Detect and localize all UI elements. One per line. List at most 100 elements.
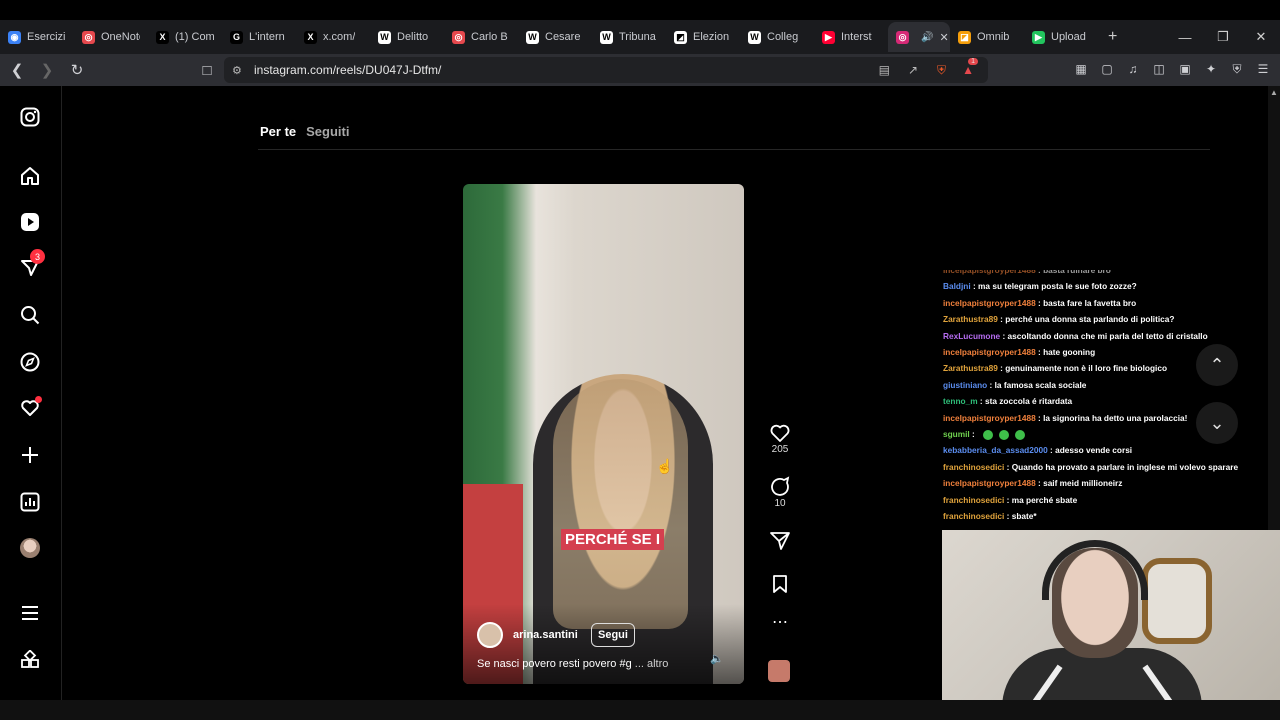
browser-tab[interactable]: G L'intern bbox=[222, 22, 296, 52]
brave-shield-icon[interactable]: ⛨ bbox=[937, 63, 946, 78]
chat-text: saif meid millioneirz bbox=[1043, 478, 1123, 489]
chat-message: incelpapistgroyper1488 : basta fare la f… bbox=[943, 297, 1137, 308]
wallet2-icon[interactable]: ▣ bbox=[1174, 58, 1196, 80]
browser-tab[interactable]: Xx.com/ bbox=[296, 22, 370, 52]
chat-text: hate gooning bbox=[1043, 347, 1096, 358]
chat-message: franchinosedici : Quando ha provato a pa… bbox=[943, 461, 1239, 472]
browser-tab[interactable]: ◉ Esercizi bbox=[0, 22, 74, 52]
webcam-overlay bbox=[942, 530, 1280, 720]
url-text: instagram.com/reels/DU047J-Dtfm/ bbox=[254, 63, 442, 77]
cast-icon[interactable]: ▤ bbox=[879, 63, 890, 77]
audio-thumbnail[interactable] bbox=[768, 660, 790, 682]
browser-tab[interactable]: X (1) Com bbox=[148, 22, 222, 52]
wallet-icon[interactable]: ▢ bbox=[1096, 58, 1118, 80]
feed-tabs: Per te Seguiti bbox=[260, 124, 349, 139]
menu-icon[interactable]: ☰ bbox=[1252, 58, 1274, 80]
audio-toggle-icon[interactable]: 🔈 bbox=[710, 652, 724, 665]
more-link[interactable]: ... altro bbox=[635, 658, 669, 670]
comment-action[interactable]: 10 bbox=[764, 476, 796, 509]
notifications-dot bbox=[35, 396, 42, 403]
vpn-icon[interactable]: ⛨ bbox=[1226, 58, 1248, 80]
comment-icon[interactable] bbox=[769, 476, 791, 498]
scroll-up-arrow-icon[interactable]: ▲ bbox=[1268, 88, 1280, 97]
browser-tab[interactable]: ▶ Upload bbox=[1024, 22, 1098, 52]
browser-tab[interactable]: ◎ Carlo B bbox=[444, 22, 518, 52]
leo-icon[interactable]: ✦ bbox=[1200, 58, 1222, 80]
description-text: Se nasci povero resti povero #g bbox=[477, 658, 632, 670]
more-options-icon[interactable]: ⋯ bbox=[764, 612, 796, 632]
tab-audio-icon[interactable]: 🔊 bbox=[921, 32, 933, 43]
chat-text: sta zoccola é ritardata bbox=[984, 396, 1073, 407]
tab-label: Tribuna bbox=[619, 31, 656, 43]
dashboard-icon[interactable] bbox=[18, 490, 42, 514]
tab-following[interactable]: Seguiti bbox=[306, 124, 349, 139]
rewards-icon[interactable]: ▲ bbox=[962, 63, 974, 77]
maximize-icon[interactable]: ❐ bbox=[1204, 20, 1242, 54]
share-action[interactable] bbox=[764, 530, 796, 552]
author-avatar[interactable] bbox=[477, 622, 503, 648]
tab-close-icon[interactable]: ✕ bbox=[939, 31, 948, 44]
share-paperplane-icon[interactable] bbox=[769, 530, 791, 552]
tab-favicon-icon: W bbox=[378, 30, 391, 44]
like-count: 205 bbox=[771, 444, 789, 455]
chat-message: Baldjni : ma su telegram posta le sue fo… bbox=[943, 281, 1137, 292]
reels-icon[interactable] bbox=[18, 210, 42, 234]
follow-button[interactable]: Segui bbox=[591, 623, 635, 647]
address-bar[interactable]: ⚙ instagram.com/reels/DU047J-Dtfm/ ▤ ↗ ⛨… bbox=[224, 57, 988, 83]
tab-favicon-icon: ◎ bbox=[82, 30, 95, 44]
chat-message: incelpapistgroyper1488 : saif meid milli… bbox=[943, 478, 1123, 489]
share-icon[interactable]: ↗ bbox=[908, 63, 918, 77]
browser-tab[interactable]: W Colleg bbox=[740, 22, 814, 52]
browser-tab[interactable]: ◎ OneNote bbox=[74, 22, 148, 52]
browser-tab[interactable]: W Delitto bbox=[370, 22, 444, 52]
site-settings-icon[interactable]: ⚙ bbox=[232, 64, 242, 77]
tab-label: OneNote bbox=[101, 31, 140, 43]
browser-tab[interactable]: ◩ Elezion bbox=[666, 22, 740, 52]
browser-tab[interactable]: ▶ Interst bbox=[814, 22, 888, 52]
notifications-heart-icon[interactable] bbox=[18, 396, 42, 420]
tab-label: Cesare bbox=[545, 31, 581, 43]
chat-message: giustiniano : la famosa scala sociale bbox=[943, 379, 1087, 390]
new-tab-icon[interactable]: + bbox=[1108, 28, 1117, 46]
profile-avatar[interactable] bbox=[18, 536, 42, 560]
back-icon[interactable]: ❮ bbox=[4, 57, 30, 83]
messages-icon[interactable]: 3 bbox=[18, 249, 45, 280]
browser-tab[interactable]: W Cesare bbox=[518, 22, 592, 52]
sidebar-toggle-icon[interactable]: ◫ bbox=[1148, 58, 1170, 80]
chat-username: sgumil bbox=[943, 429, 970, 440]
tab-for-you[interactable]: Per te bbox=[260, 124, 296, 139]
tab-favicon-icon: ◪ bbox=[958, 30, 971, 44]
tab-bar: ◉ Esercizi ◎ OneNote X (1) Com G L'intern Xx.com… bbox=[0, 20, 1280, 54]
chat-text: Quando ha provato a parlare in inglese m… bbox=[1011, 461, 1239, 472]
author-username[interactable]: arina.santini bbox=[513, 629, 578, 641]
instagram-logo-icon[interactable] bbox=[18, 105, 42, 129]
save-action[interactable] bbox=[764, 573, 796, 595]
more-menu-icon[interactable] bbox=[18, 601, 42, 625]
search-icon[interactable] bbox=[18, 303, 42, 327]
chat-message: incelpapistgroyper1488 : basta ruinare b… bbox=[943, 270, 1268, 278]
tab-label: Colleg bbox=[767, 31, 799, 43]
close-window-icon[interactable]: ✕ bbox=[1242, 20, 1280, 54]
chat-message: tenno_m : sta zoccola é ritardata bbox=[943, 396, 1073, 407]
reel-video[interactable]: PERCHÉ SE I arina.santini Segui Se nasci… bbox=[463, 184, 744, 684]
minimize-icon[interactable]: — bbox=[1166, 20, 1204, 54]
music-icon[interactable]: ♫ bbox=[1122, 58, 1144, 80]
chat-username: incelpapistgroyper1488 bbox=[943, 412, 1036, 423]
browser-tab[interactable]: W Tribuna bbox=[592, 22, 666, 52]
also-from-meta-icon[interactable] bbox=[18, 648, 42, 672]
browser-tab[interactable]: ◪ Omnib bbox=[950, 22, 1024, 52]
chat-text: adesso vende corsi bbox=[1055, 445, 1133, 456]
bookmark-icon[interactable]: □ bbox=[194, 57, 220, 83]
reload-icon[interactable]: ↻ bbox=[64, 57, 90, 83]
tab-label: (1) Com bbox=[175, 31, 214, 43]
create-icon[interactable] bbox=[18, 443, 42, 467]
explore-icon[interactable] bbox=[18, 350, 42, 374]
home-icon[interactable] bbox=[18, 164, 42, 188]
forward-icon[interactable]: ❯ bbox=[34, 57, 60, 83]
like-action[interactable]: 205 bbox=[764, 422, 796, 455]
browser-tab[interactable]: ◎ 🔊 ✕ bbox=[888, 22, 950, 52]
like-heart-icon[interactable] bbox=[769, 422, 791, 444]
tab-label: x.com/ bbox=[323, 31, 356, 43]
extensions-icon[interactable]: ▦ bbox=[1070, 58, 1092, 80]
save-bookmark-icon[interactable] bbox=[769, 573, 791, 595]
